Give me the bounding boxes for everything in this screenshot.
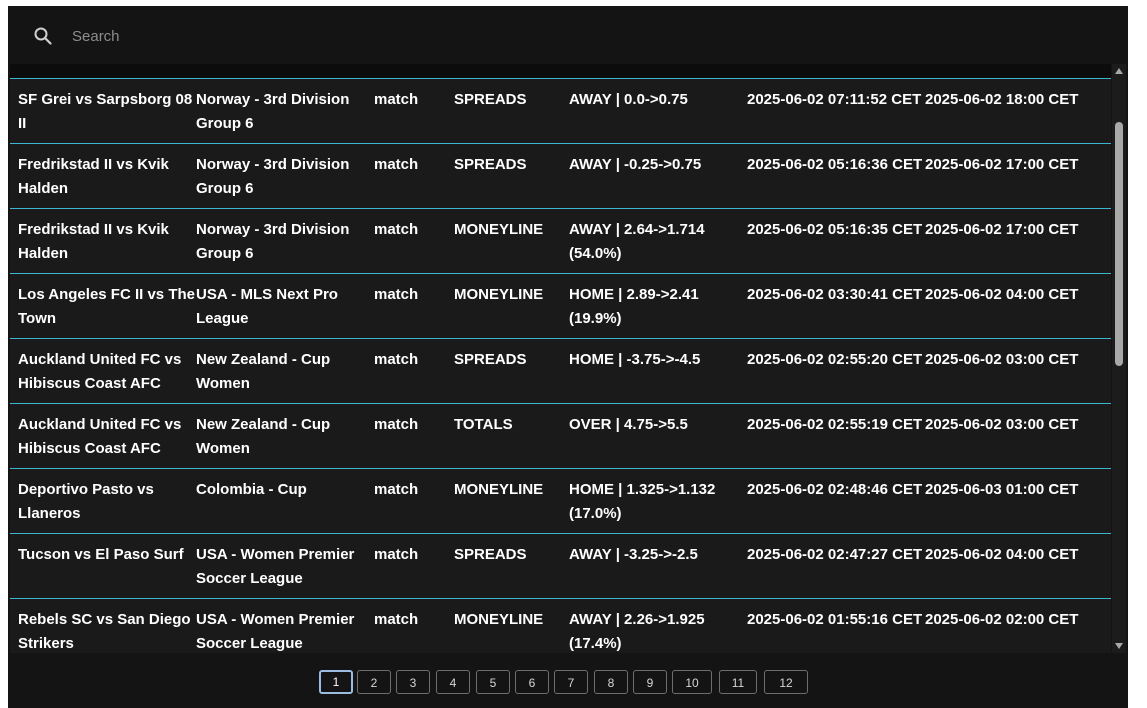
kickoff-time-cell: 2025-06-02 03:00 CET [925, 416, 1079, 433]
type-cell: match [374, 481, 419, 498]
type-cell: match [374, 286, 419, 303]
match-cell: Los Angeles FC II vs The Town [18, 286, 195, 327]
table-row[interactable]: Fredrikstad II vs Kvik Halden Norway - 3r… [10, 143, 1111, 208]
detected-time-cell: 2025-06-02 01:55:16 CET [747, 611, 923, 628]
kickoff-time-cell: 2025-06-03 01:00 CET [925, 481, 1079, 498]
league-cell: Norway - 3rd Division Group 6 [196, 221, 350, 262]
page-button-10[interactable]: 10 [672, 670, 712, 694]
page-button-6[interactable]: 6 [515, 670, 549, 694]
search-icon [34, 27, 52, 45]
detected-time-cell: 2025-06-02 07:11:52 CET [747, 91, 922, 108]
league-cell: Colombia - Cup [196, 481, 307, 498]
league-cell: Norway - 3rd Division Group 6 [196, 91, 350, 132]
kickoff-time-cell: 2025-06-02 17:00 CET [925, 156, 1079, 173]
match-cell: Rebels SC vs San Diego Strikers [18, 611, 191, 652]
type-cell: match [374, 221, 419, 238]
scroll-up-arrow-icon[interactable] [1115, 68, 1123, 74]
market-cell: SPREADS [454, 351, 527, 368]
scroll-down-arrow-icon[interactable] [1115, 643, 1123, 649]
detected-time-cell: 2025-06-02 05:16:36 CET [747, 156, 923, 173]
market-cell: MONEYLINE [454, 221, 544, 238]
market-cell: SPREADS [454, 91, 527, 108]
kickoff-time-cell: 2025-06-02 03:00 CET [925, 351, 1079, 368]
search-input[interactable] [70, 20, 674, 52]
odds-table: SF Grei vs Sarpsborg 08 II Norway - 3rd D… [10, 64, 1111, 653]
detected-time-cell: 2025-06-02 02:55:20 CET [747, 351, 923, 368]
kickoff-time-cell: 2025-06-02 18:00 CET [925, 91, 1079, 108]
page-button-7[interactable]: 7 [554, 670, 588, 694]
detected-time-cell: 2025-06-02 02:48:46 CET [747, 481, 923, 498]
odds-change-cell: AWAY | 2.64->1.714 (54.0%) [569, 221, 705, 262]
table-row[interactable]: Deportivo Pasto vs Llaneros Colombia - Cu… [10, 468, 1111, 533]
page-button-12[interactable]: 12 [764, 670, 808, 694]
match-cell: Auckland United FC vs Hibiscus Coast AFC [18, 416, 182, 457]
odds-change-cell: HOME | 1.325->1.132 (17.0%) [569, 481, 716, 522]
odds-change-cell: AWAY | 0.0->0.75 [569, 91, 688, 108]
odds-change-cell: OVER | 4.75->5.5 [569, 416, 688, 433]
league-cell: USA - MLS Next Pro League [196, 286, 338, 327]
type-cell: match [374, 91, 419, 108]
odds-movement-panel: SF Grei vs Sarpsborg 08 IINorway - 3rd D… [8, 6, 1128, 708]
table-row[interactable]: Rebels SC vs San Diego Strikers USA - Wom… [10, 598, 1111, 653]
table-row[interactable]: Auckland United FC vs Hibiscus Coast AFC… [10, 403, 1111, 468]
page-button-9[interactable]: 9 [633, 670, 667, 694]
match-cell: Deportivo Pasto vs Llaneros [18, 481, 154, 522]
kickoff-time-cell: 2025-06-02 04:00 CET [925, 286, 1079, 303]
type-cell: match [374, 416, 419, 433]
market-cell: TOTALS [454, 416, 513, 433]
match-cell: Tucson vs El Paso Surf [18, 546, 184, 563]
detected-time-cell: 2025-06-02 02:47:27 CET [747, 546, 923, 563]
page-button-11[interactable]: 11 [719, 670, 757, 694]
table-row[interactable]: Auckland United FC vs Hibiscus Coast AFC… [10, 338, 1111, 403]
scroll-thumb[interactable] [1115, 122, 1123, 366]
odds-change-cell: AWAY | 2.26->1.925 (17.4%) [569, 611, 705, 652]
market-cell: SPREADS [454, 546, 527, 563]
kickoff-time-cell: 2025-06-02 04:00 CET [925, 546, 1079, 563]
odds-change-cell: AWAY | -3.25->-2.5 [569, 546, 698, 563]
odds-change-cell: HOME | -3.75->-4.5 [569, 351, 701, 368]
kickoff-time-cell: 2025-06-02 02:00 CET [925, 611, 1079, 628]
page-button-4[interactable]: 4 [436, 670, 470, 694]
match-cell: Auckland United FC vs Hibiscus Coast AFC [18, 351, 182, 392]
page-button-5[interactable]: 5 [476, 670, 510, 694]
table-row[interactable]: Tucson vs El Paso Surf USA - Women Premie… [10, 533, 1111, 598]
league-cell: New Zealand - Cup Women [196, 351, 331, 392]
page-button-3[interactable]: 3 [396, 670, 430, 694]
page-button-2[interactable]: 2 [357, 670, 391, 694]
search-bar [8, 6, 1128, 64]
table-row[interactable]: SF Grei vs Sarpsborg 08 II Norway - 3rd D… [10, 78, 1111, 143]
type-cell: match [374, 156, 419, 173]
type-cell: match [374, 351, 419, 368]
page-button-1[interactable]: 1 [319, 670, 353, 694]
match-cell: SF Grei vs Sarpsborg 08 II [18, 91, 193, 132]
league-cell: USA - Women Premier Soccer League [196, 611, 355, 652]
market-cell: MONEYLINE [454, 481, 544, 498]
league-cell: USA - Women Premier Soccer League [196, 546, 355, 587]
detected-time-cell: 2025-06-02 03:30:41 CET [747, 286, 923, 303]
odds-change-cell: HOME | 2.89->2.41 (19.9%) [569, 286, 699, 327]
market-cell: MONEYLINE [454, 286, 544, 303]
kickoff-time-cell: 2025-06-02 17:00 CET [925, 221, 1079, 238]
type-cell: match [374, 611, 419, 628]
detected-time-cell: 2025-06-02 05:16:35 CET [747, 221, 923, 238]
match-cell: Fredrikstad II vs Kvik Halden [18, 156, 169, 197]
vertical-scrollbar[interactable] [1112, 64, 1126, 653]
page-button-8[interactable]: 8 [594, 670, 628, 694]
league-cell: New Zealand - Cup Women [196, 416, 331, 457]
match-cell: Fredrikstad II vs Kvik Halden [18, 221, 169, 262]
market-cell: MONEYLINE [454, 611, 544, 628]
league-cell: Norway - 3rd Division Group 6 [196, 156, 350, 197]
table-row[interactable]: Fredrikstad II vs Kvik Halden Norway - 3r… [10, 208, 1111, 273]
odds-change-cell: AWAY | -0.25->0.75 [569, 156, 702, 173]
type-cell: match [374, 546, 419, 563]
market-cell: SPREADS [454, 156, 527, 173]
table-row[interactable]: Los Angeles FC II vs The Town USA - MLS N… [10, 273, 1111, 338]
detected-time-cell: 2025-06-02 02:55:19 CET [747, 416, 923, 433]
